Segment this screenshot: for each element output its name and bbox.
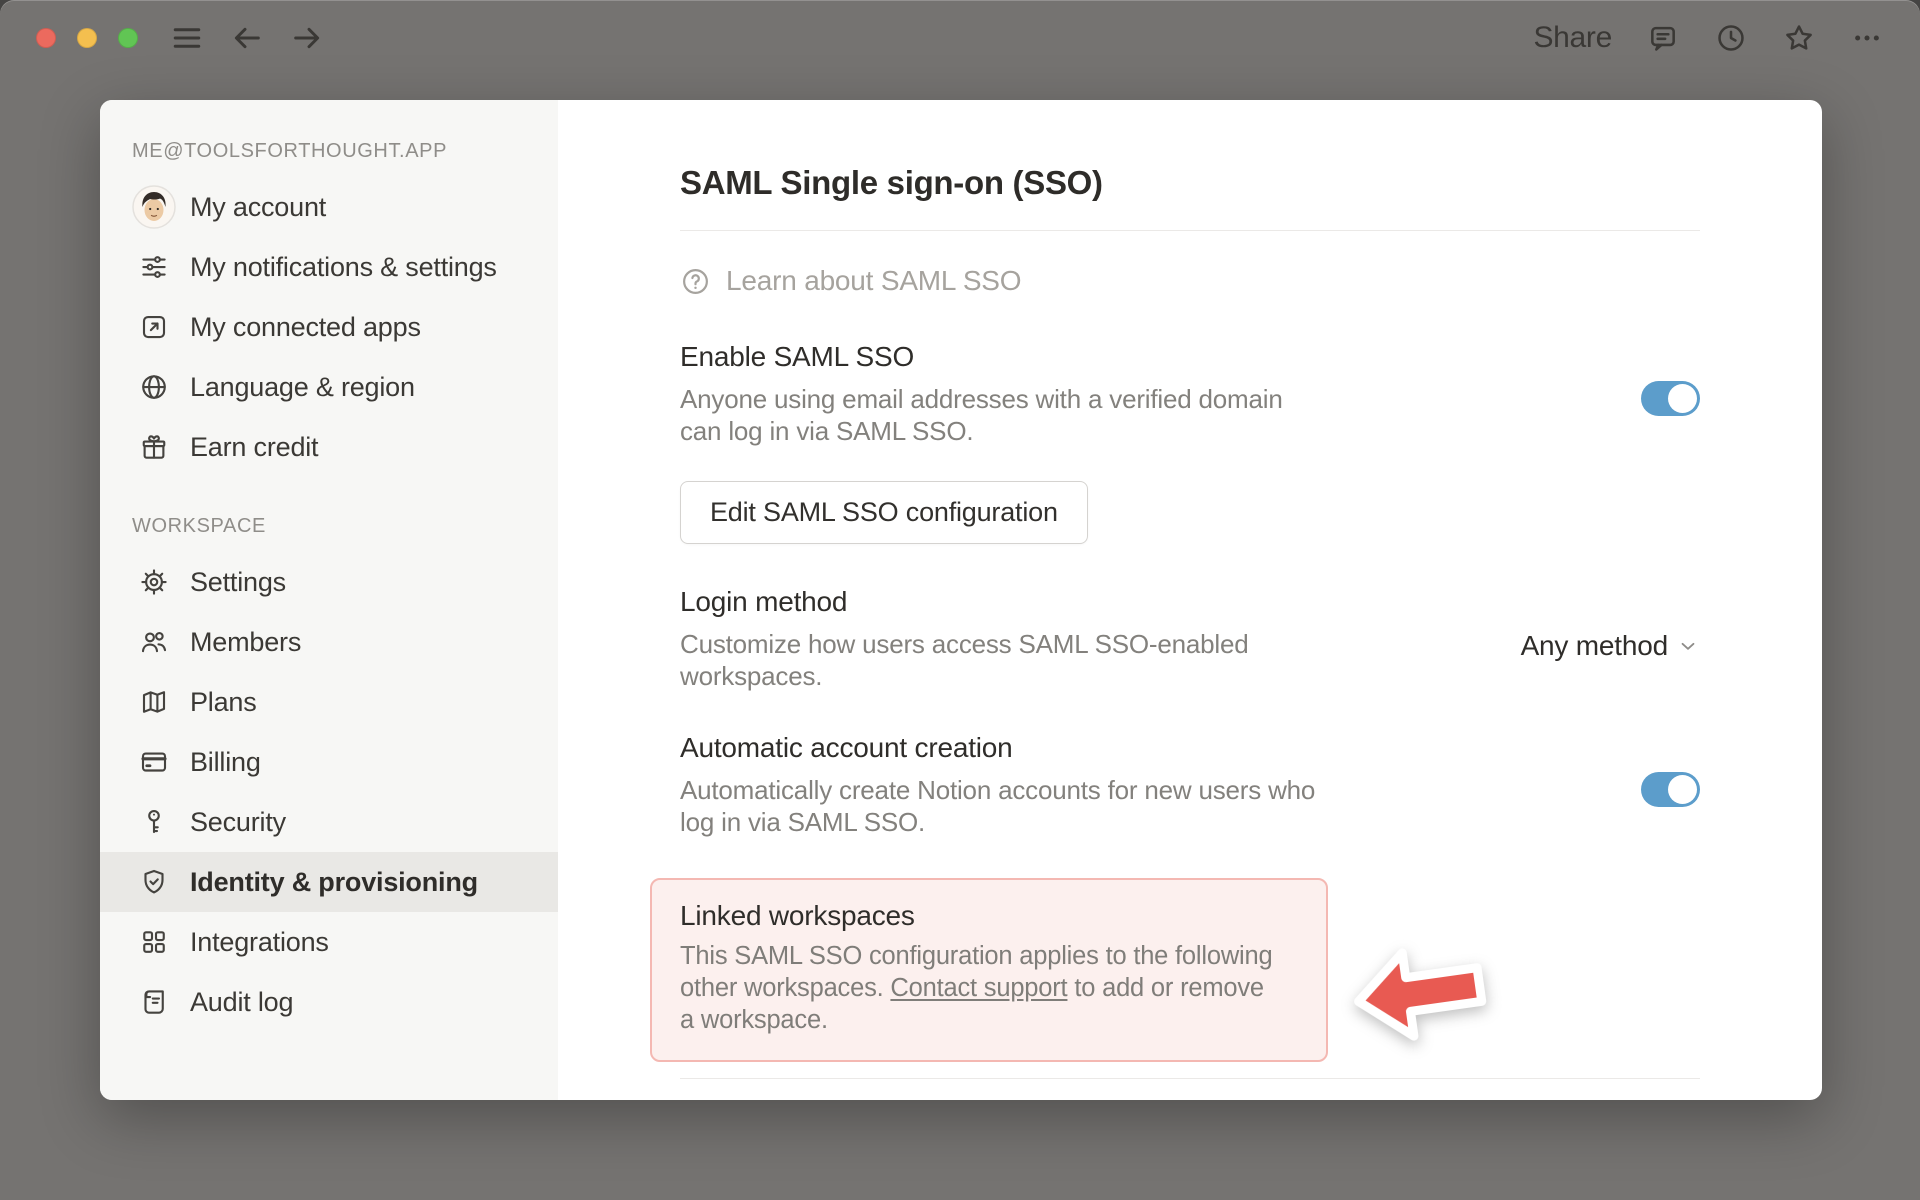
contact-support-link[interactable]: Contact support xyxy=(890,974,1067,1002)
shield-check-icon xyxy=(132,860,176,904)
linked-workspaces-title: Linked workspaces xyxy=(680,900,915,931)
enable-saml-title: Enable SAML SSO xyxy=(680,341,915,372)
page-title: SAML Single sign-on (SSO) xyxy=(680,164,1103,201)
star-icon[interactable] xyxy=(1782,21,1816,55)
app-window: Share ME@TOOLSFORTHOUGHT.APP My account M… xyxy=(0,0,1920,1200)
login-method-value: Any method xyxy=(1520,630,1669,661)
sidebar-item-label: Plans xyxy=(190,686,257,717)
red-annotation-arrow-icon xyxy=(1354,948,1487,1041)
sidebar-item-members[interactable]: Members xyxy=(100,612,558,672)
sidebar-item-label: Audit log xyxy=(190,986,294,1017)
learn-link-label: Learn about SAML SSO xyxy=(726,265,1022,296)
help-circle-icon xyxy=(680,266,711,297)
sidebar-account-list: My account My notifications & settings My … xyxy=(100,177,558,477)
gift-icon xyxy=(132,425,176,469)
workspace-section-header: WORKSPACE xyxy=(132,515,266,537)
sidebar-item-settings[interactable]: Settings xyxy=(100,552,558,612)
settings-content: SAML Single sign-on (SSO) Learn about SA… xyxy=(558,100,1822,1100)
map-icon xyxy=(132,680,176,724)
key-icon xyxy=(132,800,176,844)
minimize-window-button[interactable] xyxy=(77,28,97,48)
settings-sidebar: ME@TOOLSFORTHOUGHT.APP My account My noti… xyxy=(100,100,558,1100)
learn-about-saml-link[interactable]: Learn about SAML SSO xyxy=(680,265,1022,297)
auto-account-description: Automatically create Notion accounts for… xyxy=(680,775,1316,837)
avatar-icon xyxy=(132,185,176,229)
settings-modal: ME@TOOLSFORTHOUGHT.APP My account My noti… xyxy=(100,100,1822,1100)
login-method-description: Customize how users access SAML SSO-enab… xyxy=(680,629,1249,691)
linked-workspaces-description: This SAML SSO configuration applies to t… xyxy=(680,940,1280,1036)
sidebar-item-billing[interactable]: Billing xyxy=(100,732,558,792)
grid-icon xyxy=(132,920,176,964)
sidebar-item-label: Language & region xyxy=(190,371,415,402)
edit-saml-config-button[interactable]: Edit SAML SSO configuration xyxy=(680,481,1088,544)
credit-card-icon xyxy=(132,740,176,784)
share-button[interactable]: Share xyxy=(1533,21,1612,55)
sidebar-item-label: Integrations xyxy=(190,926,329,957)
toggle-knob xyxy=(1668,775,1697,804)
screen: Share ME@TOOLSFORTHOUGHT.APP My account M… xyxy=(0,0,1920,1200)
enable-saml-toggle[interactable] xyxy=(1641,381,1700,416)
sidebar-item-label: My notifications & settings xyxy=(190,251,497,282)
sidebar-item-earn-credit[interactable]: Earn credit xyxy=(100,417,558,477)
sidebar-item-label: Identity & provisioning xyxy=(190,866,478,897)
arrow-up-right-box-icon xyxy=(132,305,176,349)
sidebar-item-label: My connected apps xyxy=(190,311,421,342)
sidebar-item-integrations[interactable]: Integrations xyxy=(100,912,558,972)
sliders-icon xyxy=(132,245,176,289)
members-icon xyxy=(132,620,176,664)
close-window-button[interactable] xyxy=(36,28,56,48)
chevron-down-icon xyxy=(1676,634,1700,658)
title-divider xyxy=(680,230,1700,231)
sidebar-item-my-notifications-settings[interactable]: My notifications & settings xyxy=(100,237,558,297)
menu-icon[interactable] xyxy=(170,21,204,55)
clock-icon[interactable] xyxy=(1714,21,1748,55)
titlebar: Share xyxy=(0,0,1920,76)
sidebar-item-label: Members xyxy=(190,626,302,657)
sidebar-item-label: Earn credit xyxy=(190,431,319,462)
enable-saml-description: Anyone using email addresses with a veri… xyxy=(680,384,1283,446)
comment-icon[interactable] xyxy=(1646,21,1680,55)
globe-icon xyxy=(132,365,176,409)
sidebar-item-label: Billing xyxy=(190,746,261,777)
linked-workspaces-highlight-box: Linked workspaces This SAML SSO configur… xyxy=(650,878,1487,1062)
enable-saml-text: Enable SAML SSO Anyone using email addre… xyxy=(680,341,1325,447)
sidebar-item-label: Security xyxy=(190,806,286,837)
sidebar-item-identity-provisioning[interactable]: Identity & provisioning xyxy=(100,852,558,912)
auto-account-title: Automatic account creation xyxy=(680,732,1013,763)
ellipsis-icon[interactable] xyxy=(1850,21,1884,55)
sidebar-item-audit-log[interactable]: Audit log xyxy=(100,972,558,1032)
toggle-knob xyxy=(1668,384,1697,413)
sidebar-item-security[interactable]: Security xyxy=(100,792,558,852)
auto-account-section: Automatic account creation Automatically… xyxy=(680,732,1700,838)
zoom-window-button[interactable] xyxy=(118,28,138,48)
sidebar-item-label: My account xyxy=(190,191,327,222)
sidebar-item-label: Settings xyxy=(190,566,286,597)
enable-saml-section: Enable SAML SSO Anyone using email addre… xyxy=(680,341,1700,447)
window-controls xyxy=(36,28,138,48)
sidebar-item-my-connected-apps[interactable]: My connected apps xyxy=(100,297,558,357)
gear-icon xyxy=(132,560,176,604)
login-method-text: Login method Customize how users access … xyxy=(680,586,1270,692)
sidebar-item-plans[interactable]: Plans xyxy=(100,672,558,732)
login-method-section: Login method Customize how users access … xyxy=(680,586,1700,692)
account-email-header: ME@TOOLSFORTHOUGHT.APP xyxy=(132,140,448,162)
scroll-icon xyxy=(132,980,176,1024)
auto-account-text: Automatic account creation Automatically… xyxy=(680,732,1320,838)
auto-account-toggle[interactable] xyxy=(1641,772,1700,807)
titlebar-actions xyxy=(1646,21,1884,55)
back-arrow-icon[interactable] xyxy=(230,21,264,55)
login-method-title: Login method xyxy=(680,586,848,617)
sidebar-workspace-list: Settings Members Plans Billing Security Ident… xyxy=(100,552,558,1032)
sidebar-item-my-account[interactable]: My account xyxy=(100,177,558,237)
sidebar-item-language-region[interactable]: Language & region xyxy=(100,357,558,417)
login-method-dropdown[interactable]: Any method xyxy=(1521,630,1700,662)
bottom-divider xyxy=(680,1078,1700,1079)
forward-arrow-icon[interactable] xyxy=(290,21,324,55)
